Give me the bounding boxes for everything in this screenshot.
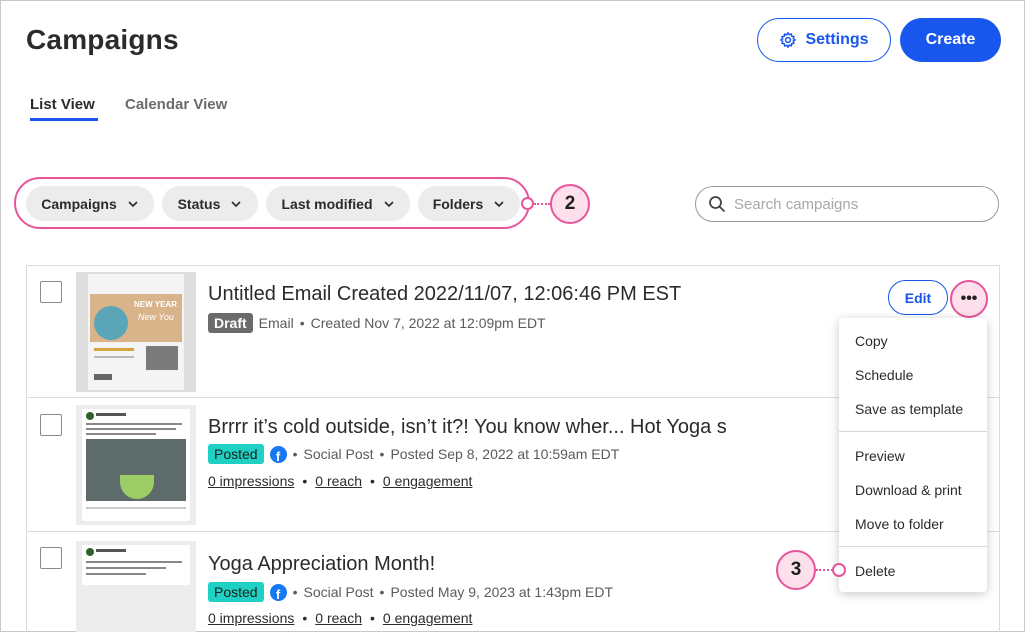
search-input[interactable] — [734, 195, 984, 213]
menu-divider — [839, 546, 987, 547]
callout-number-3: 3 — [776, 550, 816, 590]
create-button[interactable]: Create — [900, 18, 1001, 62]
menu-item-copy[interactable]: Copy — [855, 333, 888, 349]
thumb-subheading: New You — [138, 312, 174, 322]
filter-status[interactable]: Status — [162, 186, 258, 221]
facebook-icon: f — [269, 583, 287, 601]
chevron-down-icon — [128, 200, 138, 207]
status-badge: Posted — [208, 444, 264, 464]
filter-last-modified[interactable]: Last modified — [266, 186, 410, 221]
campaign-type: Email — [258, 315, 294, 331]
campaign-stats: 0 impressions • 0 reach • 0 engagement — [208, 473, 472, 489]
status-badge: Posted — [208, 582, 264, 602]
campaign-stats: 0 impressions • 0 reach • 0 engagement — [208, 610, 472, 626]
thumb-heading: NEW YEAR — [134, 300, 177, 309]
filter-label: Folders — [432, 195, 484, 212]
actions-menu: Copy Schedule Save as template Preview D… — [839, 318, 987, 592]
campaign-title[interactable]: Yoga Appreciation Month! — [208, 553, 435, 576]
meta-separator: • — [302, 610, 308, 626]
menu-item-schedule[interactable]: Schedule — [855, 367, 913, 383]
callout-connector — [816, 569, 833, 571]
engagement-link[interactable]: 0 engagement — [383, 610, 473, 626]
campaign-meta: Draft Email • Created Nov 7, 2022 at 12:… — [208, 313, 546, 333]
thumb-line — [86, 567, 166, 569]
reach-link[interactable]: 0 reach — [315, 473, 362, 489]
social-thumbnail[interactable] — [76, 405, 196, 525]
thumb-line — [86, 573, 146, 575]
campaign-date: Posted Sep 8, 2022 at 10:59am EDT — [390, 446, 620, 462]
search-box[interactable] — [695, 186, 999, 222]
thumb-line — [86, 423, 182, 425]
menu-item-download-print[interactable]: Download & print — [855, 482, 962, 498]
callout-anchor-dot — [832, 563, 846, 577]
thumb-avatar — [86, 412, 94, 420]
meta-separator: • — [292, 446, 298, 462]
tab-calendar-view[interactable]: Calendar View — [125, 96, 227, 113]
thumb-button — [94, 374, 112, 380]
meta-separator: • — [379, 446, 385, 462]
settings-button[interactable]: Settings — [757, 18, 891, 62]
email-thumbnail[interactable]: NEW YEAR New You — [76, 272, 196, 392]
edit-button[interactable]: Edit — [888, 280, 948, 315]
meta-separator: • — [292, 584, 298, 600]
callout-number-2: 2 — [550, 184, 590, 224]
meta-separator: • — [379, 584, 385, 600]
menu-divider — [839, 431, 987, 432]
page-title: Campaigns — [26, 24, 179, 55]
menu-item-move-to-folder[interactable]: Move to folder — [855, 516, 944, 532]
thumb-photo — [146, 346, 178, 370]
filter-folders[interactable]: Folders — [418, 186, 520, 221]
social-thumbnail[interactable] — [76, 541, 196, 632]
thumb-line — [94, 356, 134, 358]
menu-item-delete[interactable]: Delete — [855, 563, 895, 579]
chevron-down-icon — [494, 200, 504, 207]
callout-connector — [534, 203, 550, 205]
filter-label: Last modified — [281, 195, 373, 212]
settings-label: Settings — [805, 31, 869, 48]
campaign-date: Created Nov 7, 2022 at 12:09pm EDT — [310, 315, 546, 331]
campaign-date: Posted May 9, 2023 at 1:43pm EDT — [390, 584, 614, 600]
campaign-meta: Posted f • Social Post • Posted Sep 8, 2… — [208, 444, 619, 464]
thumb-line — [86, 428, 176, 430]
chevron-down-icon — [231, 200, 241, 207]
impressions-link[interactable]: 0 impressions — [208, 473, 294, 489]
chevron-down-icon — [383, 200, 394, 207]
meta-separator: • — [369, 610, 375, 626]
filter-campaigns[interactable]: Campaigns — [26, 186, 154, 221]
more-actions-button[interactable]: ••• — [950, 280, 988, 318]
meta-separator: • — [299, 315, 305, 331]
active-tab-indicator — [30, 118, 98, 121]
meta-separator: • — [302, 473, 308, 489]
thumb-line — [96, 413, 126, 416]
thumb-line — [94, 348, 134, 351]
filter-label: Campaigns — [41, 195, 117, 212]
thumb-line — [86, 561, 182, 563]
callout-anchor-dot — [521, 197, 534, 210]
campaign-type: Social Post — [303, 446, 374, 462]
campaign-title[interactable]: Brrrr it’s cold outside, isn’t it?! You … — [208, 416, 727, 439]
reach-link[interactable]: 0 reach — [315, 610, 362, 626]
thumb-line — [96, 549, 126, 552]
menu-item-save-as-template[interactable]: Save as template — [855, 401, 963, 417]
campaign-meta: Posted f • Social Post • Posted May 9, 2… — [208, 582, 613, 602]
status-badge: Draft — [208, 313, 253, 333]
row-checkbox[interactable] — [40, 281, 62, 303]
thumb-line — [86, 433, 156, 435]
meta-separator: • — [369, 473, 375, 489]
filter-label: Status — [177, 195, 221, 212]
row-checkbox[interactable] — [40, 414, 62, 436]
thumb-avatar — [86, 548, 94, 556]
engagement-link[interactable]: 0 engagement — [383, 473, 473, 489]
impressions-link[interactable]: 0 impressions — [208, 610, 294, 626]
campaign-title[interactable]: Untitled Email Created 2022/11/07, 12:06… — [208, 283, 681, 306]
row-checkbox[interactable] — [40, 547, 62, 569]
tab-list-view[interactable]: List View — [30, 96, 95, 113]
campaign-type: Social Post — [303, 584, 374, 600]
search-icon — [709, 196, 726, 213]
gear-icon — [779, 31, 797, 49]
menu-item-preview[interactable]: Preview — [855, 448, 905, 464]
facebook-icon: f — [269, 445, 287, 463]
thumb-ball — [94, 306, 128, 340]
thumb-line — [86, 507, 186, 509]
